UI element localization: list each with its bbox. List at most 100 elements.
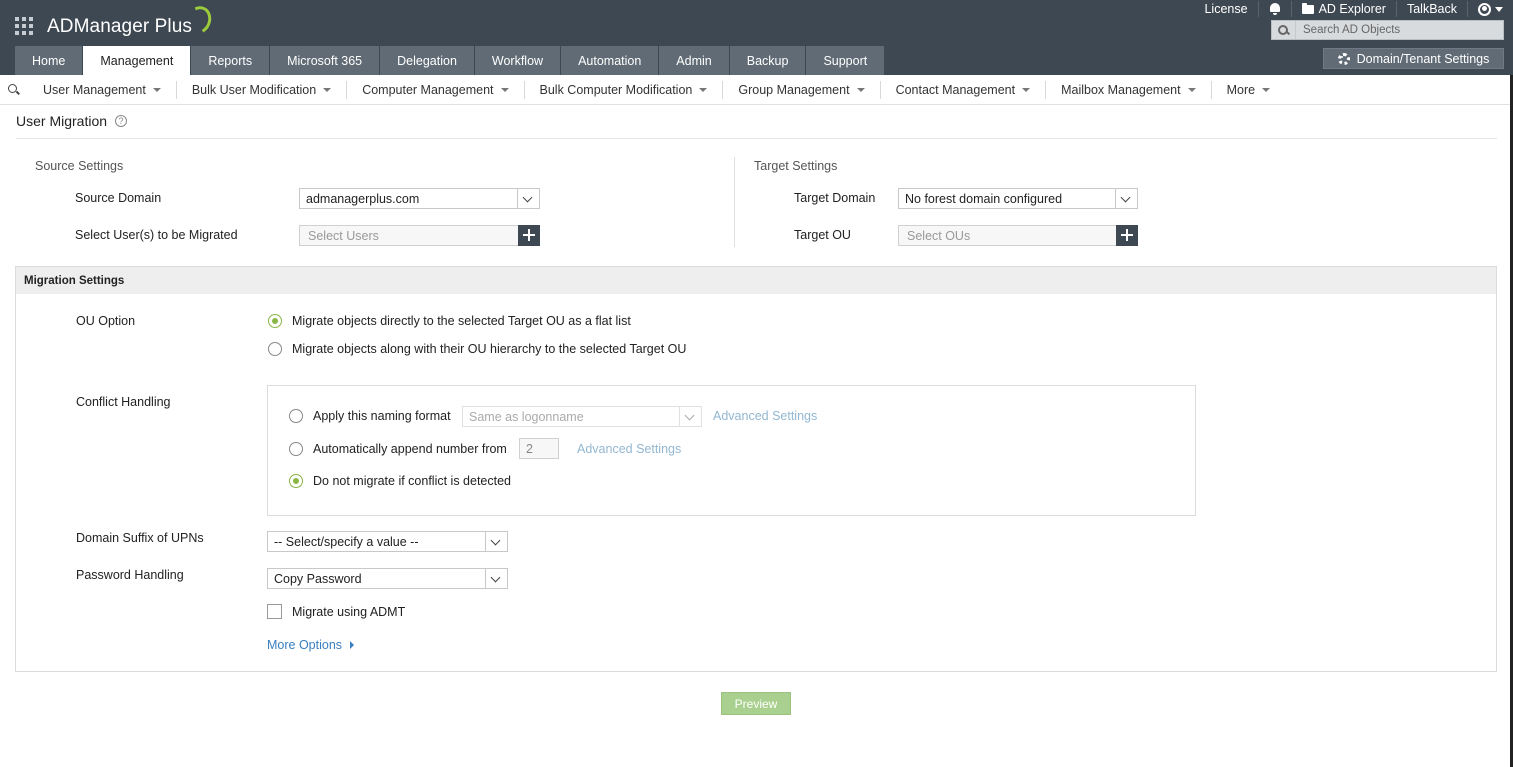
submenu-label: Bulk User Modification: [191, 82, 317, 97]
chevron-down-icon: [1022, 87, 1031, 92]
page-title: User Migration ?: [16, 113, 128, 129]
menu-search-icon[interactable]: [0, 75, 28, 105]
submenu-group-management[interactable]: Group Management: [723, 80, 881, 99]
upn-suffix-label: Domain Suffix of UPNs: [76, 531, 204, 545]
naming-advanced-settings-link[interactable]: Advanced Settings: [713, 409, 817, 423]
chevron-down-icon: [1262, 87, 1271, 92]
target-domain-value: No forest domain configured: [905, 191, 1063, 206]
more-options-link[interactable]: More Options: [267, 638, 355, 652]
chevron-down-icon: [1187, 87, 1196, 92]
search-input[interactable]: [1296, 23, 1496, 37]
do-not-migrate-radio[interactable]: [289, 474, 303, 488]
append-number-input[interactable]: 2: [519, 438, 559, 459]
chevron-down-icon: [323, 87, 332, 92]
folder-icon: [1301, 2, 1314, 14]
select-users-placeholder: Select Users: [308, 228, 379, 243]
naming-format-label: Apply this naming format: [313, 409, 451, 423]
tab-delegation[interactable]: Delegation: [380, 46, 474, 75]
domain-tenant-settings-button[interactable]: Domain/Tenant Settings: [1323, 48, 1504, 69]
tab-backup[interactable]: Backup: [729, 46, 806, 75]
tab-automation[interactable]: Automation: [561, 46, 659, 75]
target-ou-picker[interactable]: Select OUs: [898, 225, 1138, 246]
submenu-more[interactable]: More: [1212, 81, 1285, 99]
target-ou-placeholder: Select OUs: [907, 228, 971, 243]
naming-format-select[interactable]: Same as logonname: [462, 406, 702, 427]
ou-option-flat-radio[interactable]: [268, 314, 282, 328]
search-icon[interactable]: [1272, 21, 1296, 39]
sub-menu: User Management Bulk User Modification C…: [0, 75, 1513, 105]
select-users-picker[interactable]: Select Users: [299, 225, 540, 246]
submenu-bulk-computer-modification[interactable]: Bulk Computer Modification: [525, 80, 724, 99]
chevron-right-icon: [350, 641, 355, 649]
title-divider: [16, 138, 1497, 139]
submenu-label: Group Management: [738, 82, 850, 97]
target-domain-select[interactable]: No forest domain configured: [898, 188, 1138, 209]
tab-home[interactable]: Home: [15, 46, 83, 75]
submenu-label: Bulk Computer Modification: [539, 82, 693, 97]
chevron-down-icon[interactable]: [679, 407, 701, 426]
app-logo[interactable]: ADManager Plus: [47, 2, 216, 42]
source-domain-label: Source Domain: [75, 191, 162, 205]
chevron-down-icon[interactable]: [485, 569, 507, 588]
settings-divider: [734, 157, 735, 247]
chevron-down-icon: [1495, 6, 1503, 12]
app-grid-icon[interactable]: [15, 17, 33, 35]
ad-objects-search: [1271, 20, 1504, 40]
chevron-down-icon[interactable]: [517, 189, 539, 208]
license-link[interactable]: License: [1194, 1, 1259, 17]
preview-button[interactable]: Preview: [721, 692, 791, 715]
tab-management[interactable]: Management: [83, 46, 191, 75]
chevron-down-icon: [500, 87, 509, 92]
source-domain-select[interactable]: admanagerplus.com: [299, 188, 540, 209]
target-settings-heading: Target Settings: [754, 159, 838, 173]
add-ous-icon[interactable]: [1116, 225, 1138, 246]
chevron-down-icon[interactable]: [485, 532, 507, 551]
target-domain-label: Target Domain: [794, 191, 876, 205]
talkback-link[interactable]: TalkBack: [1397, 1, 1468, 17]
ad-explorer-link[interactable]: AD Explorer: [1292, 1, 1397, 17]
password-handling-select[interactable]: Copy Password: [267, 568, 508, 589]
submenu-label: More: [1226, 82, 1256, 97]
chevron-down-icon: [856, 87, 865, 92]
add-users-icon[interactable]: [518, 225, 540, 246]
tab-reports[interactable]: Reports: [191, 46, 270, 75]
submenu-label: User Management: [43, 82, 146, 97]
tab-microsoft-365[interactable]: Microsoft 365: [270, 46, 380, 75]
submenu-computer-management[interactable]: Computer Management: [347, 80, 525, 99]
chevron-down-icon: [152, 87, 161, 92]
tab-workflow[interactable]: Workflow: [474, 46, 561, 75]
ou-option-flat-label: Migrate objects directly to the selected…: [292, 314, 631, 328]
conflict-handling-label: Conflict Handling: [76, 395, 171, 409]
password-handling-value: Copy Password: [274, 571, 362, 586]
ad-explorer-label: AD Explorer: [1318, 2, 1386, 16]
submenu-label: Computer Management: [362, 82, 494, 97]
tab-support[interactable]: Support: [806, 46, 885, 75]
append-advanced-settings-link[interactable]: Advanced Settings: [577, 442, 681, 456]
chevron-down-icon[interactable]: [1115, 189, 1137, 208]
chevron-down-icon: [699, 87, 708, 92]
user-menu[interactable]: [1468, 1, 1505, 17]
bell-icon: [1269, 3, 1281, 15]
naming-format-radio[interactable]: [289, 409, 303, 423]
tab-admin[interactable]: Admin: [659, 46, 729, 75]
notifications-button[interactable]: [1259, 1, 1292, 17]
header-links: License AD Explorer TalkBack: [1194, 0, 1505, 18]
admt-checkbox[interactable]: [267, 604, 282, 619]
upn-suffix-value: -- Select/specify a value --: [274, 534, 419, 549]
submenu-bulk-user-modification[interactable]: Bulk User Modification: [177, 80, 348, 99]
append-number-radio[interactable]: [289, 442, 303, 456]
naming-format-value: Same as logonname: [469, 409, 584, 424]
submenu-user-management[interactable]: User Management: [28, 80, 177, 99]
ou-option-hierarchy-radio[interactable]: [268, 342, 282, 356]
submenu-label: Mailbox Management: [1061, 82, 1181, 97]
ou-option-label: OU Option: [76, 314, 136, 328]
more-options-label: More Options: [267, 638, 343, 652]
page-title-text: User Migration: [16, 113, 108, 129]
submenu-contact-management[interactable]: Contact Management: [881, 80, 1047, 99]
top-header: ADManager Plus License AD Explorer TalkB…: [0, 0, 1513, 75]
domain-tenant-settings-label: Domain/Tenant Settings: [1356, 51, 1490, 66]
help-icon[interactable]: ?: [115, 115, 128, 127]
upn-suffix-select[interactable]: -- Select/specify a value --: [267, 531, 508, 552]
submenu-mailbox-management[interactable]: Mailbox Management: [1046, 80, 1212, 99]
migration-settings-heading: Migration Settings: [16, 267, 1496, 294]
